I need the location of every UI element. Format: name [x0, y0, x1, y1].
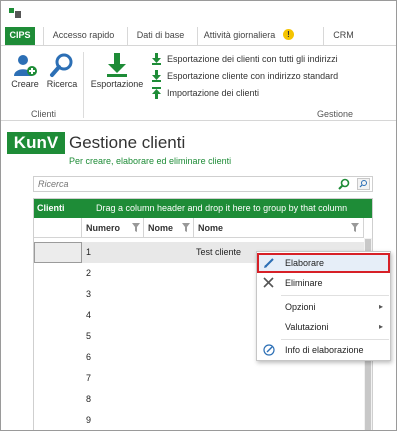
column-header-nome[interactable]: Nome [144, 218, 194, 238]
row-selector[interactable] [34, 368, 82, 389]
cell-numero: 8 [86, 394, 92, 404]
column-label-numero: Numero [86, 223, 121, 233]
group-separator [83, 52, 84, 118]
ribbon-tabs: CIPS Accesso rapido Dati di base Attivit… [1, 23, 396, 45]
filter-icon[interactable] [182, 223, 190, 232]
submenu-arrow-icon: ▸ [378, 302, 383, 311]
upload-small-icon [152, 87, 161, 99]
menu-label: Info di elaborazione [285, 345, 364, 355]
create-button[interactable]: Creare [9, 52, 41, 89]
warning-icon: ! [283, 29, 294, 40]
menu-separator [281, 295, 389, 296]
menu-item-opzioni[interactable]: Opzioni ▸ [257, 297, 390, 317]
cell-nome: Test cliente [196, 247, 242, 257]
tab-dati-di-base[interactable]: Dati di base [127, 27, 193, 45]
menu-item-info-elaborazione[interactable]: Info di elaborazione [257, 340, 390, 360]
download-icon [107, 53, 127, 77]
search-bar [33, 176, 373, 192]
row-selector[interactable] [34, 263, 82, 284]
clear-search-icon[interactable] [357, 178, 370, 190]
info-edit-icon [263, 344, 275, 356]
row-selector-header [34, 218, 82, 238]
import-label: Importazione dei clienti [167, 88, 260, 98]
tab-crm[interactable]: CRM [323, 27, 363, 45]
export-button[interactable]: Esportazione [87, 52, 147, 89]
delete-icon [263, 277, 274, 288]
menu-label: Valutazioni [285, 322, 329, 332]
cell-numero: 5 [86, 331, 92, 341]
column-header-nome-2[interactable]: Nome [194, 218, 364, 238]
group-panel[interactable]: Clienti Drag a column header and drop it… [34, 199, 372, 218]
row-selector[interactable] [34, 305, 82, 326]
cell-numero: 3 [86, 289, 92, 299]
magnifier-icon [50, 53, 73, 77]
menu-label: Opzioni [285, 302, 316, 312]
tab-cips[interactable]: CIPS [5, 27, 35, 45]
context-menu: Elaborare Eliminare Opzioni ▸ Valutazion… [256, 251, 391, 361]
row-selector[interactable] [34, 284, 82, 305]
export-label: Esportazione [90, 79, 144, 89]
table-row[interactable]: 8 [34, 389, 364, 410]
page-subtitle: Per creare, elaborare ed eliminare clien… [69, 156, 232, 166]
menu-item-valutazioni[interactable]: Valutazioni ▸ [257, 317, 390, 337]
column-label-nome-2: Nome [198, 223, 224, 233]
pencil-icon [264, 258, 274, 268]
group-drop-hint: Drag a column header and drop it here to… [96, 203, 348, 213]
menu-item-eliminare[interactable]: Eliminare [257, 273, 390, 293]
export-std-label: Esportazione cliente con indirizzo stand… [167, 71, 339, 81]
cell-numero: 7 [86, 373, 92, 383]
download-small-icon [152, 53, 161, 65]
grid-group-name: Clienti [37, 203, 65, 213]
create-label: Creare [11, 79, 39, 89]
cell-numero: 6 [86, 352, 92, 362]
search-input[interactable] [34, 177, 329, 191]
row-selector[interactable] [34, 389, 82, 410]
cell-numero: 4 [86, 310, 92, 320]
filter-icon[interactable] [132, 223, 140, 232]
column-header-numero[interactable]: Numero [82, 218, 144, 238]
group-label-gestione: Gestione [317, 109, 354, 119]
cell-numero: 9 [86, 415, 92, 425]
cell-numero: 2 [86, 268, 92, 278]
column-label-nome: Nome [148, 223, 174, 233]
table-row[interactable]: 7 [34, 368, 364, 389]
row-selector[interactable] [34, 347, 82, 368]
submenu-arrow-icon: ▸ [378, 322, 383, 331]
export-all-label: Esportazione dei clienti con tutti gli i… [167, 54, 338, 64]
row-selector[interactable] [34, 326, 82, 347]
add-user-icon [14, 55, 37, 76]
app-icon [9, 8, 21, 18]
tab-accesso-rapido[interactable]: Accesso rapido [43, 27, 123, 45]
table-row[interactable]: 9 [34, 410, 364, 430]
row-selector[interactable] [34, 242, 82, 263]
menu-label: Eliminare [285, 278, 323, 288]
search-button[interactable]: Ricerca [45, 52, 79, 89]
search-icon[interactable] [338, 178, 350, 190]
ribbon-panel: Creare Ricerca Clienti Esportazione Espo… [1, 45, 396, 121]
module-logo: KunV [7, 132, 65, 154]
tab-attivita-giornaliera[interactable]: Attività giornaliera [197, 27, 281, 45]
search-label: Ricerca [46, 79, 78, 89]
menu-item-elaborare[interactable]: Elaborare [257, 253, 390, 273]
filter-icon[interactable] [351, 223, 359, 232]
download-small-icon [152, 70, 161, 82]
main-window: CIPS Accesso rapido Dati di base Attivit… [0, 0, 397, 431]
menu-label: Elaborare [285, 258, 325, 268]
cell-numero: 1 [86, 247, 92, 257]
group-label-clienti: Clienti [31, 109, 57, 119]
title-bar [1, 1, 396, 23]
page-title: Gestione clienti [69, 133, 186, 152]
row-selector[interactable] [34, 410, 82, 430]
